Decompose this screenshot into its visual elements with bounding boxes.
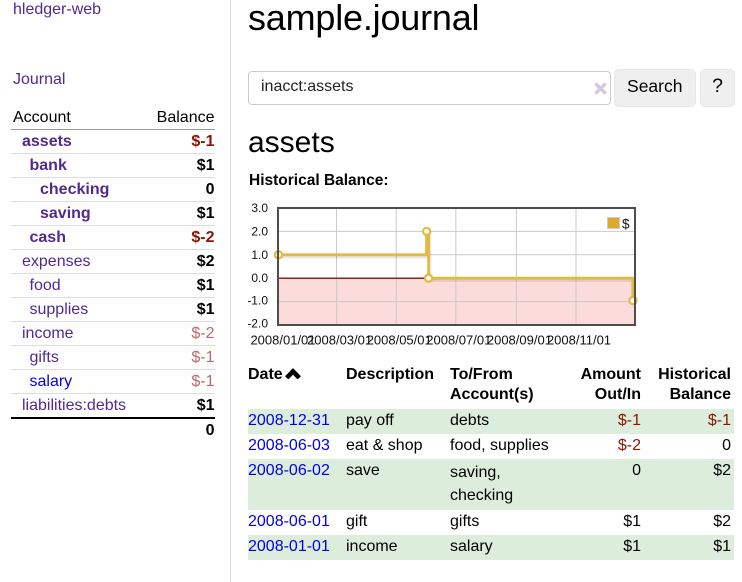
svg-text:3.0: 3.0 <box>251 201 268 215</box>
svg-text:2008/05/01: 2008/05/01 <box>367 332 432 347</box>
svg-text:-2.0: -2.0 <box>248 317 268 331</box>
svg-text:2.0: 2.0 <box>251 224 268 238</box>
svg-text:2008/01/01: 2008/01/01 <box>250 332 315 347</box>
svg-text:2008/03/01: 2008/03/01 <box>307 332 372 347</box>
svg-text:$: $ <box>622 217 630 232</box>
svg-text:-1.0: -1.0 <box>248 294 268 308</box>
svg-text:2008/11/01: 2008/11/01 <box>547 332 611 347</box>
svg-text:0.0: 0.0 <box>251 271 268 285</box>
svg-text:1.0: 1.0 <box>251 248 268 262</box>
svg-text:2008/07/01: 2008/07/01 <box>426 332 491 347</box>
svg-text:2008/09/01: 2008/09/01 <box>487 332 552 347</box>
